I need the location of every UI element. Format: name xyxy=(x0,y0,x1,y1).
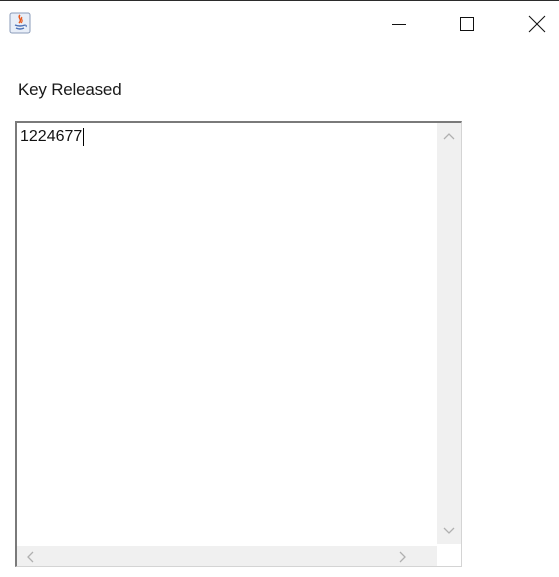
java-icon[interactable] xyxy=(9,12,31,34)
scroll-up-icon[interactable] xyxy=(443,131,455,141)
event-label: Key Released xyxy=(18,80,122,99)
minimize-button[interactable] xyxy=(376,2,422,46)
title-bar[interactable] xyxy=(0,1,559,45)
maximize-icon xyxy=(460,17,474,31)
minimize-icon xyxy=(392,24,406,25)
close-button[interactable] xyxy=(514,2,559,46)
scroll-corner xyxy=(437,546,461,566)
close-icon xyxy=(528,15,546,33)
text-area[interactable]: 1224677 xyxy=(15,121,462,567)
app-window: Key Released 1224677 xyxy=(0,0,559,577)
vertical-scrollbar[interactable] xyxy=(437,123,461,544)
scroll-down-icon[interactable] xyxy=(443,526,455,536)
horizontal-scrollbar[interactable] xyxy=(17,546,438,566)
text-area-value: 1224677 xyxy=(20,128,83,145)
scroll-right-icon[interactable] xyxy=(398,551,408,563)
maximize-button[interactable] xyxy=(444,2,490,46)
text-caret xyxy=(83,128,85,146)
scroll-left-icon[interactable] xyxy=(25,551,35,563)
